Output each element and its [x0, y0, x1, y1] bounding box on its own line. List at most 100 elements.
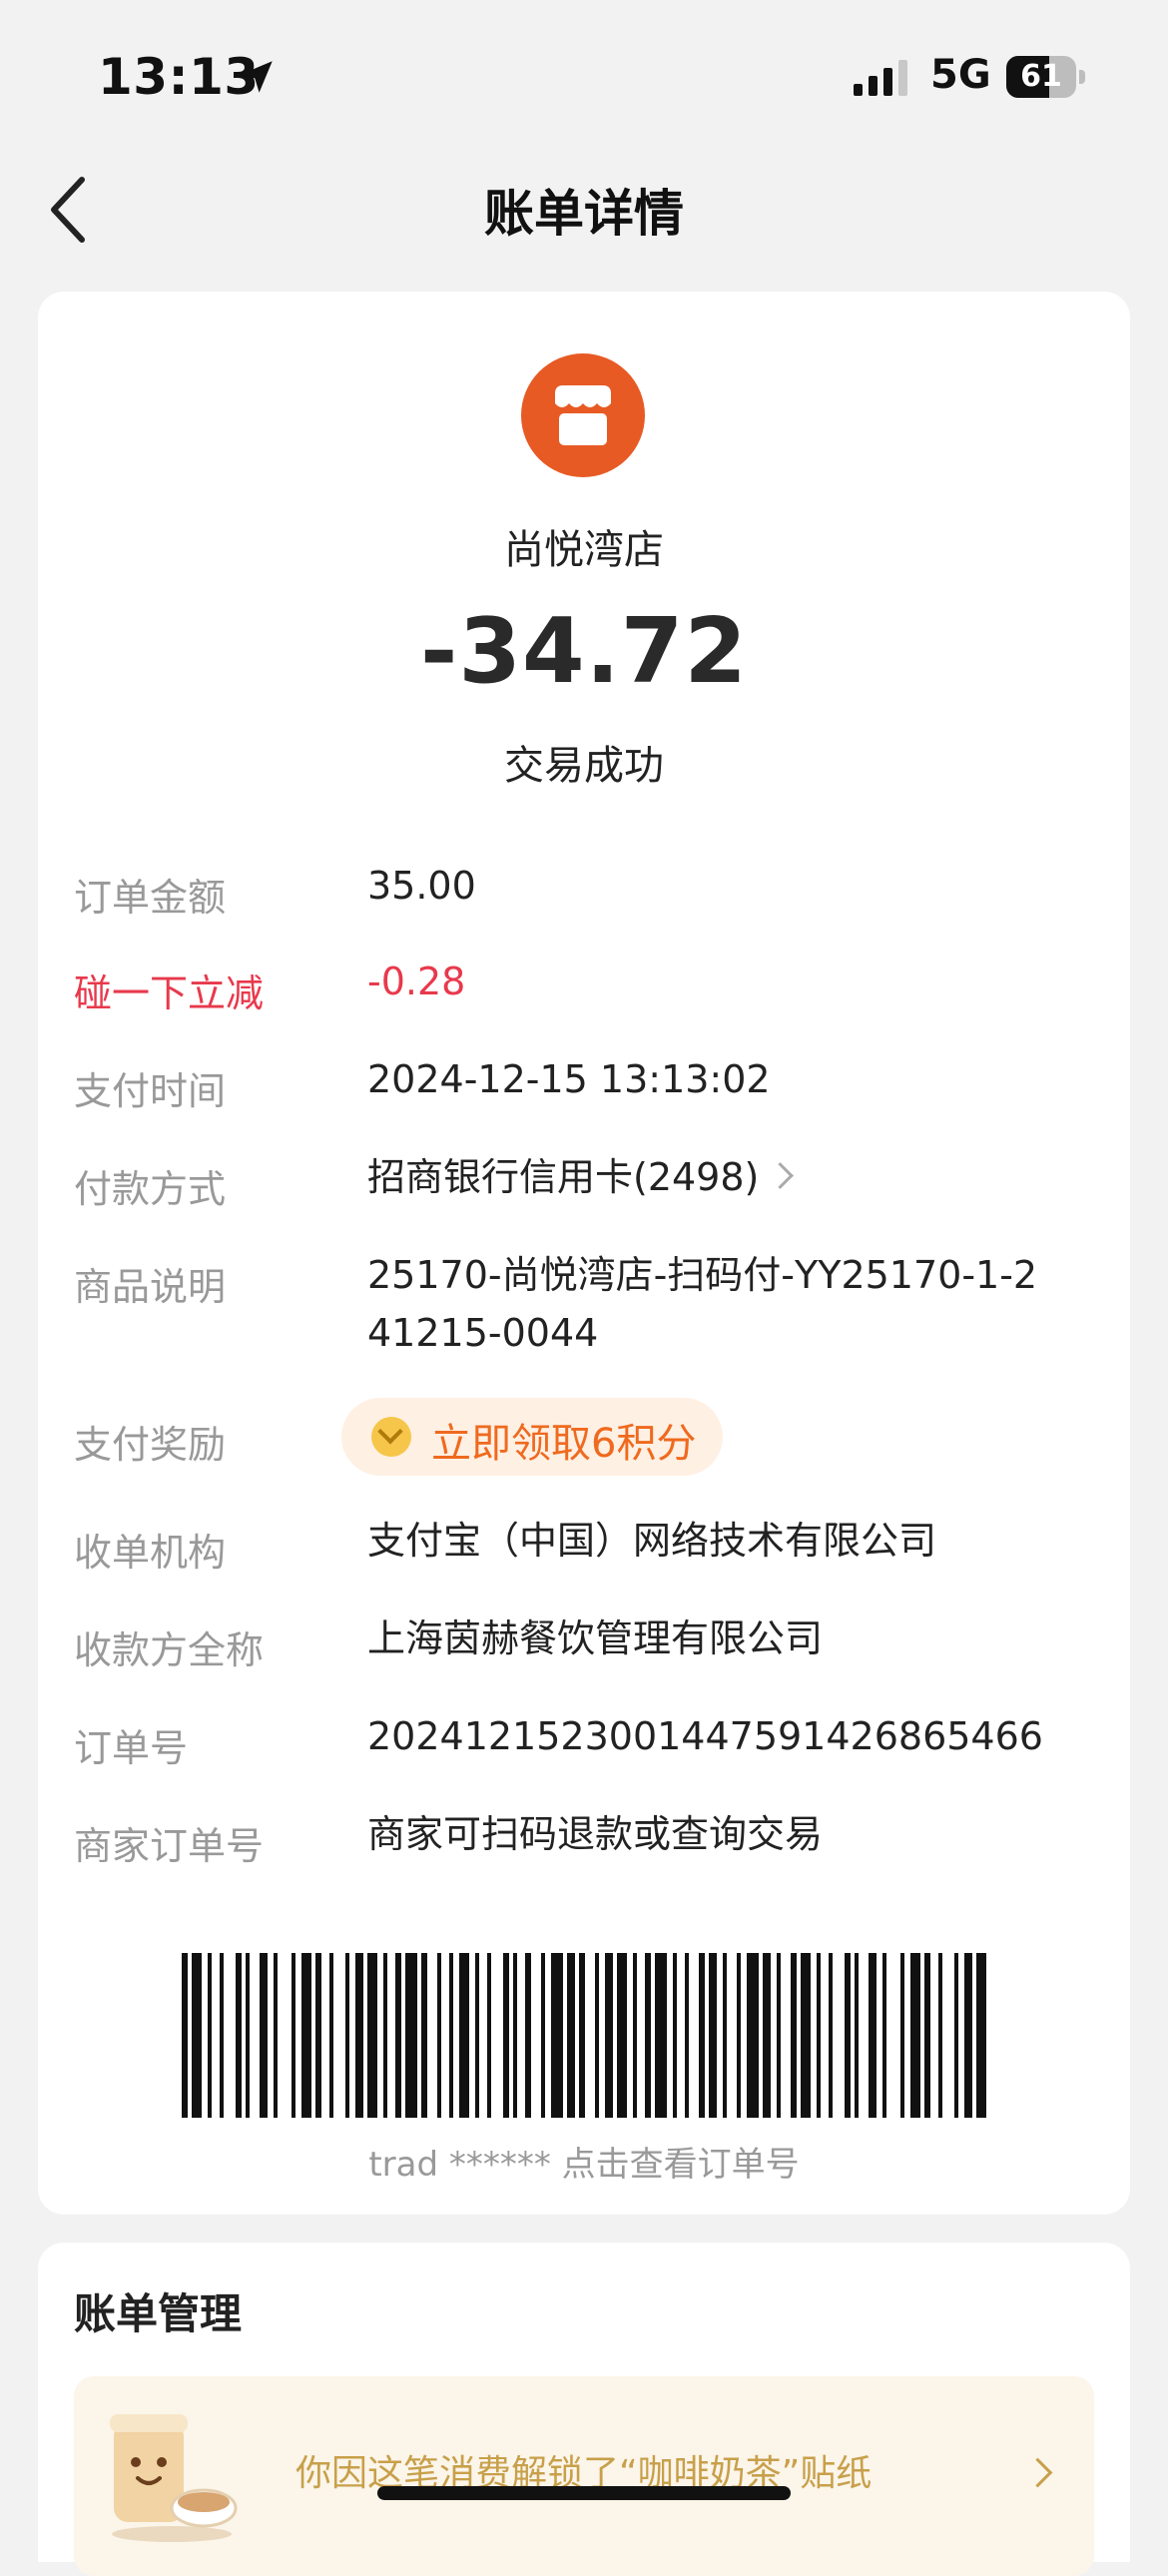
barcode-bar: [355, 1953, 363, 2118]
barcode-bar: [845, 1953, 851, 2118]
bill-management-heading: 账单管理: [74, 2289, 243, 2338]
barcode-bar: [938, 1953, 942, 2118]
pay-method-value: 招商银行信用卡(2498): [367, 1155, 760, 1199]
barcode-bar: [475, 1953, 479, 2118]
barcode-bar: [645, 1953, 651, 2118]
barcode-bar: [274, 1953, 278, 2118]
order-amount-label: 订单金额: [74, 876, 227, 920]
barcode-bar: [220, 1953, 224, 2118]
barcode-bar: [709, 1953, 717, 2118]
barcode-bar: [595, 1953, 599, 2118]
barcode-bar: [699, 1953, 705, 2118]
barcode-bar: [459, 1953, 469, 2118]
battery-level: 61: [1020, 59, 1062, 94]
barcode-bar: [617, 1953, 627, 2118]
bill-management-card: 账单管理 你因这笔消费解锁了“咖啡奶茶”贴纸: [38, 2243, 1130, 2576]
barcode-bar: [924, 1953, 930, 2118]
barcode-bar: [976, 1953, 986, 2118]
barcode-bar: [367, 1953, 377, 2118]
barcode-bar: [236, 1953, 242, 2118]
barcode-bar: [579, 1953, 585, 2118]
barcode-bar: [605, 1953, 613, 2118]
barcode-bar: [405, 1953, 417, 2118]
page-title: 账单详情: [484, 185, 684, 243]
barcode-bar: [487, 1953, 491, 2118]
barcode-bar: [723, 1953, 727, 2118]
cellular-signal-icon: [854, 60, 907, 96]
order-no-value: 2024121523001447591426865466: [367, 1714, 1043, 1758]
barcode-bar: [182, 1953, 188, 2118]
home-indicator[interactable]: [377, 2486, 791, 2500]
barcode-caption[interactable]: trad ****** 点击查看订单号: [38, 2137, 1130, 2186]
barcode-bar: [829, 1953, 833, 2118]
barcode-bar: [791, 1953, 797, 2118]
payee-label: 收款方全称: [74, 1628, 265, 1672]
barcode-bar: [869, 1953, 876, 2118]
barcode-bar: [900, 1953, 904, 2118]
merchant-name: 尚悦湾店: [504, 527, 664, 573]
claim-points-label: 立即领取6积分: [431, 1421, 697, 1467]
barcode-bar: [383, 1953, 387, 2118]
product-desc-line2: 41215-0044: [367, 1311, 599, 1355]
product-desc-label: 商品说明: [74, 1265, 227, 1309]
barcode-bar: [246, 1953, 250, 2118]
claim-points-button[interactable]: 立即领取6积分: [341, 1398, 723, 1476]
barcode-bar: [964, 1953, 972, 2118]
location-arrow-icon: [241, 61, 273, 93]
bill-detail-card: 尚悦湾店 -34.72 交易成功 订单金额 35.00 碰一下立减 -0.28 …: [38, 292, 1130, 2215]
barcode-bar: [513, 1953, 517, 2118]
barcode-bar: [329, 1953, 333, 2118]
product-desc-line1: 25170-尚悦湾店-扫码付-YY25170-1-2: [367, 1253, 1038, 1297]
sticker-unlock-banner[interactable]: 你因这笔消费解锁了“咖啡奶茶”贴纸: [74, 2376, 1094, 2576]
barcode-bar: [525, 1953, 531, 2118]
coffee-cup-sticker-icon: [110, 2414, 238, 2542]
barcode-bar: [747, 1953, 759, 2118]
order-no-label: 订单号: [74, 1726, 189, 1770]
acquirer-value: 支付宝（中国）网络技术有限公司: [367, 1519, 937, 1563]
order-amount-value: 35.00: [367, 864, 476, 908]
barcode-bar: [260, 1953, 268, 2118]
barcode-bar: [910, 1953, 920, 2118]
store-icon: [521, 353, 645, 477]
pay-method-link[interactable]: 招商银行信用卡(2498): [367, 1148, 1166, 1206]
pay-time-value: 2024-12-15 13:13:02: [367, 1057, 771, 1101]
barcode-bar: [817, 1953, 821, 2118]
barcode-bar: [345, 1953, 349, 2118]
barcode[interactable]: [182, 1953, 986, 2118]
barcode-bar: [315, 1953, 321, 2118]
barcode-bar: [685, 1953, 689, 2118]
discount-label: 碰一下立减: [74, 971, 265, 1015]
barcode-bar: [301, 1953, 311, 2118]
nav-bar: 账单详情: [0, 150, 1168, 270]
barcode-bar: [208, 1953, 212, 2118]
reward-label: 支付奖励: [74, 1423, 227, 1467]
barcode-bar: [437, 1953, 441, 2118]
barcode-bar: [541, 1953, 545, 2118]
barcode-bar: [292, 1953, 295, 2118]
barcode-bar: [777, 1953, 781, 2118]
barcode-bar: [673, 1953, 677, 2118]
barcode-bar: [882, 1953, 886, 2118]
battery-icon: 61: [1006, 56, 1086, 98]
network-type: 5G: [930, 52, 991, 98]
discount-value: -0.28: [367, 960, 466, 1003]
barcode-bar: [855, 1953, 859, 2118]
barcode-bar: [954, 1953, 958, 2118]
barcode-bar: [192, 1953, 202, 2118]
pay-time-label: 支付时间: [74, 1069, 227, 1113]
barcode-bar: [449, 1953, 453, 2118]
barcode-bar: [567, 1953, 575, 2118]
barcode-bar: [763, 1953, 771, 2118]
barcode-bar: [737, 1953, 741, 2118]
merchant-order-no-value: 商家可扫码退款或查询交易: [367, 1812, 824, 1856]
acquirer-label: 收单机构: [74, 1531, 227, 1575]
barcode-bar: [801, 1953, 811, 2118]
chevron-right-icon: [767, 1162, 795, 1189]
merchant-order-no-label: 商家订单号: [74, 1824, 265, 1868]
status-bar: 13:13 5G 61: [0, 0, 1168, 150]
chevron-right-icon: [1022, 2457, 1053, 2488]
barcode-bar: [633, 1953, 637, 2118]
pay-method-label: 付款方式: [74, 1167, 227, 1211]
transaction-amount: -34.72: [419, 599, 749, 704]
transaction-status: 交易成功: [504, 743, 664, 789]
